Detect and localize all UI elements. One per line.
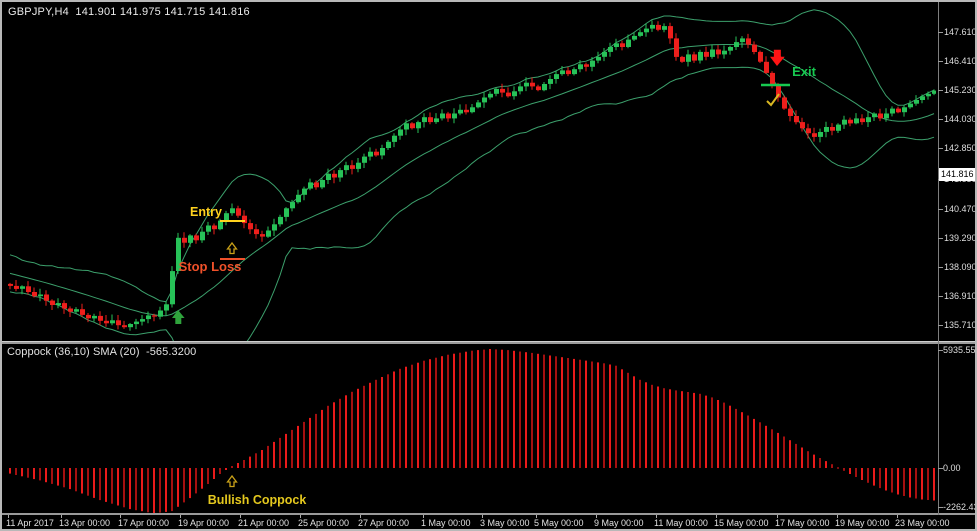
indicator-axis-label: 0.00 [943, 462, 961, 474]
chart-window: Entry Stop Loss Exit GBPJPY,H4 141.901 1… [0, 0, 977, 531]
time-axis-label: 17 Apr 00:00 [118, 518, 169, 528]
indicator-label: Coppock (36,10) SMA (20) -565.3200 [7, 346, 196, 358]
bollinger-bands [10, 10, 934, 341]
time-axis-label: 11 Apr 2017 [6, 518, 54, 528]
time-axis-label: 3 May 00:00 [480, 518, 530, 528]
coppock-histogram [9, 349, 935, 513]
time-axis-label: 5 May 00:00 [534, 518, 584, 528]
indicator-canvas[interactable]: Bullish Coppock [4, 344, 936, 513]
time-axis-label: 19 Apr 00:00 [178, 518, 229, 528]
entry-label: Entry [190, 205, 222, 219]
indicator-panel[interactable]: Bullish Coppock Coppock (36,10) SMA (20)… [2, 344, 936, 513]
chart-title: GBPJPY,H4 141.901 141.975 141.715 141.81… [8, 6, 250, 18]
indicator-axis-label: 5935.5505 [943, 344, 977, 356]
time-axis-label: 17 May 00:00 [775, 518, 830, 528]
time-axis-label: 9 May 00:00 [594, 518, 644, 528]
time-axis-label: 13 Apr 00:00 [59, 518, 110, 528]
time-axis[interactable]: 11 Apr 2017 13 Apr 00:00 17 Apr 00:00 19 Ap… [2, 515, 975, 531]
main-chart-panel[interactable]: Entry Stop Loss Exit GBPJPY,H4 141.901 1… [2, 2, 936, 341]
current-price-box: 141.816 [939, 168, 976, 181]
time-axis-label: 1 May 00:00 [421, 518, 471, 528]
main-chart-canvas[interactable]: Entry Stop Loss Exit [4, 4, 936, 341]
time-axis-label: 11 May 00:00 [654, 518, 708, 528]
time-axis-label: 19 May 00:00 [835, 518, 890, 528]
check-mark-icon [767, 94, 779, 105]
time-axis-label: 21 Apr 00:00 [238, 518, 289, 528]
exit-label: Exit [792, 64, 817, 79]
bullish-up-arrow-icon[interactable] [228, 476, 237, 487]
stop-loss-label: Stop Loss [179, 259, 242, 274]
time-axis-label: 25 Apr 00:00 [298, 518, 349, 528]
buy-arrow-icon[interactable] [172, 310, 185, 324]
time-axis-label: 27 Apr 00:00 [358, 518, 409, 528]
bullish-coppock-label: Bullish Coppock [208, 493, 307, 507]
time-axis-label: 23 May 00:00 [895, 518, 950, 528]
indicator-axis[interactable]: 5935.5505 0.00 -2262.4305 [938, 2, 977, 513]
time-axis-label: 15 May 00:00 [714, 518, 769, 528]
entry-up-arrow-icon[interactable] [228, 243, 237, 254]
indicator-axis-label: -2262.4305 [943, 501, 977, 513]
